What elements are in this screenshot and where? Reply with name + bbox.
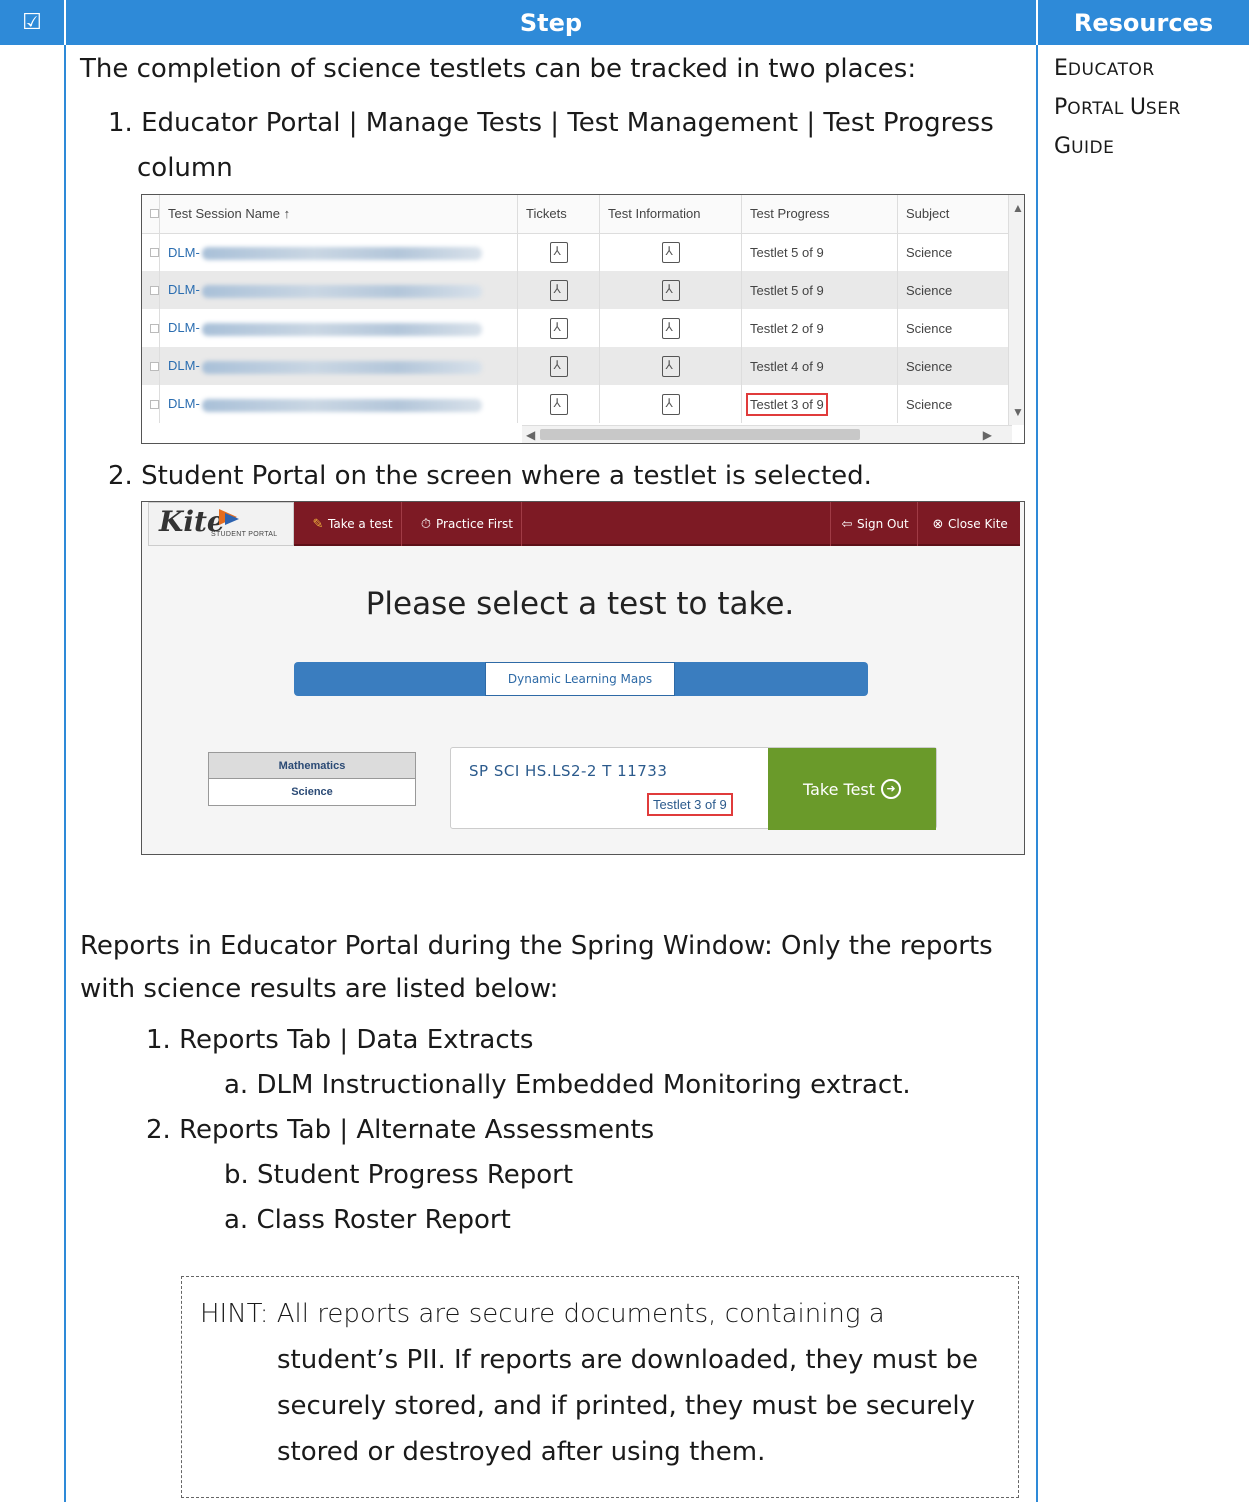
- assessment-tabs: Dynamic Learning Maps: [294, 662, 868, 696]
- row-checkbox[interactable]: [142, 309, 160, 347]
- report-item: 1. Reports Tab | Data Extracts: [146, 1025, 534, 1055]
- subject-cell: Science: [897, 233, 1012, 271]
- session-name-link[interactable]: DLM-: [159, 385, 518, 423]
- ticket-pdf-icon[interactable]: [517, 271, 600, 309]
- step-column-header: Step: [66, 0, 1036, 45]
- table-row: DLM- Testlet 5 of 9 Science: [142, 233, 1012, 271]
- take-a-test-nav[interactable]: ✎ Take a test: [302, 502, 402, 546]
- col-subject[interactable]: Subject: [897, 195, 1012, 234]
- session-name-link[interactable]: DLM-: [159, 233, 518, 271]
- col-tickets[interactable]: Tickets: [517, 195, 600, 234]
- tab-dynamic-learning-maps[interactable]: Dynamic Learning Maps: [485, 662, 675, 696]
- close-kite-button[interactable]: ⊗ Close Kite: [922, 502, 1016, 546]
- table-row: DLM- Testlet 5 of 9 Science: [142, 271, 1012, 309]
- reports-intro-cont: with science results are listed below:: [80, 974, 559, 1004]
- test-progress-cell: Testlet 5 of 9: [741, 271, 898, 309]
- subject-cell: Science: [897, 271, 1012, 309]
- row-checkbox[interactable]: [142, 385, 160, 423]
- testlet-progress: Testlet 3 of 9: [647, 793, 733, 816]
- subject-selector: Mathematics Science: [208, 752, 416, 806]
- row-checkbox[interactable]: [142, 347, 160, 385]
- col-test-information[interactable]: Test Information: [599, 195, 742, 234]
- scroll-down-icon[interactable]: ▼: [1012, 405, 1024, 419]
- report-subitem: b. Student Progress Report: [224, 1160, 574, 1190]
- resource-link-educator-portal-user-guide[interactable]: EDUCATOR PORTAL USER GUIDE: [1054, 50, 1181, 167]
- hint-line: HINT: All reports are secure documents, …: [200, 1299, 885, 1329]
- info-pdf-icon[interactable]: [599, 309, 742, 347]
- stopwatch-icon: ⏱: [420, 516, 432, 532]
- ticket-pdf-icon[interactable]: [517, 347, 600, 385]
- report-subitem: a. DLM Instructionally Embedded Monitori…: [224, 1070, 911, 1100]
- scroll-thumb[interactable]: [540, 429, 860, 440]
- subject-science[interactable]: Science: [209, 779, 415, 805]
- hint-line: securely stored, and if printed, they mu…: [277, 1391, 975, 1421]
- session-name-link[interactable]: DLM-: [159, 309, 518, 347]
- page-title: Please select a test to take.: [365, 586, 795, 622]
- subject-cell: Science: [897, 309, 1012, 347]
- info-pdf-icon[interactable]: [599, 385, 742, 423]
- table-row: DLM- Testlet 2 of 9 Science: [142, 309, 1012, 347]
- sign-out-icon: ⇦: [841, 516, 853, 532]
- info-pdf-icon[interactable]: [599, 347, 742, 385]
- ticket-pdf-icon[interactable]: [517, 233, 600, 271]
- test-progress-table: Test Session Name ↑ Tickets Test Informa…: [142, 195, 1012, 423]
- take-test-button[interactable]: Take Test ➜: [768, 748, 936, 830]
- hint-line: student’s PII. If reports are downloaded…: [277, 1345, 979, 1375]
- kite-nav-bar: Kite STUDENT PORTAL ✎ Take a test ⏱ Prac…: [148, 502, 1020, 546]
- subject-cell: Science: [897, 385, 1012, 423]
- subject-mathematics[interactable]: Mathematics: [209, 753, 415, 779]
- arrow-right-icon: ➜: [881, 779, 902, 799]
- test-management-screenshot: Test Session Name ↑ Tickets Test Informa…: [141, 194, 1025, 444]
- intro-text: The completion of science testlets can b…: [80, 54, 917, 84]
- hint-line: stored or destroyed after using them.: [277, 1437, 766, 1467]
- vertical-scrollbar[interactable]: ▲ ▼: [1008, 195, 1024, 425]
- column-divider: [1036, 45, 1038, 1502]
- test-progress-cell: Testlet 2 of 9: [741, 309, 898, 347]
- col-test-session-name[interactable]: Test Session Name ↑: [159, 195, 518, 234]
- reports-intro: Reports in Educator Portal during the Sp…: [80, 931, 993, 961]
- test-progress-cell: Testlet 5 of 9: [741, 233, 898, 271]
- track-item-1-cont: column: [137, 153, 233, 183]
- report-subitem: a. Class Roster Report: [224, 1205, 511, 1235]
- checkbox-column-header: ☑: [0, 0, 64, 45]
- student-portal-screenshot: Kite STUDENT PORTAL ✎ Take a test ⏱ Prac…: [141, 501, 1025, 855]
- track-item-1: 1. Educator Portal | Manage Tests | Test…: [108, 108, 994, 138]
- test-progress-cell: Testlet 4 of 9: [741, 347, 898, 385]
- column-divider: [64, 45, 66, 1502]
- document-page: ☑ Step Resources The completion of scien…: [0, 0, 1249, 1502]
- select-all-checkbox[interactable]: [142, 195, 160, 234]
- row-checkbox[interactable]: [142, 233, 160, 271]
- kite-logo: Kite STUDENT PORTAL: [148, 502, 294, 546]
- scroll-left-icon[interactable]: ◀: [526, 428, 535, 442]
- close-icon: ⊗: [932, 516, 944, 532]
- ticket-pdf-icon[interactable]: [517, 385, 600, 423]
- col-test-progress[interactable]: Test Progress: [741, 195, 898, 234]
- ticket-pdf-icon[interactable]: [517, 309, 600, 347]
- row-checkbox[interactable]: [142, 271, 160, 309]
- horizontal-scrollbar[interactable]: ◀ ▶: [522, 425, 1012, 443]
- practice-first-nav[interactable]: ⏱ Practice First: [410, 502, 522, 546]
- sign-out-button[interactable]: ⇦ Sign Out: [830, 502, 918, 546]
- test-card: SP SCI HS.LS2-2 T 11733 Testlet 3 of 9 T…: [450, 747, 937, 830]
- report-item: 2. Reports Tab | Alternate Assessments: [146, 1115, 655, 1145]
- test-name: SP SCI HS.LS2-2 T 11733: [469, 762, 668, 780]
- resources-column-header: Resources: [1038, 0, 1249, 45]
- info-pdf-icon[interactable]: [599, 271, 742, 309]
- pencil-icon: ✎: [312, 516, 324, 532]
- subject-cell: Science: [897, 347, 1012, 385]
- scroll-up-icon[interactable]: ▲: [1012, 201, 1024, 215]
- info-pdf-icon[interactable]: [599, 233, 742, 271]
- test-progress-cell-highlighted: Testlet 3 of 9: [741, 385, 898, 423]
- session-name-link[interactable]: DLM-: [159, 347, 518, 385]
- session-name-link[interactable]: DLM-: [159, 271, 518, 309]
- table-row: DLM- Testlet 3 of 9 Science: [142, 385, 1012, 423]
- table-row: DLM- Testlet 4 of 9 Science: [142, 347, 1012, 385]
- track-item-2: 2. Student Portal on the screen where a …: [108, 461, 872, 491]
- scroll-right-icon[interactable]: ▶: [983, 428, 992, 442]
